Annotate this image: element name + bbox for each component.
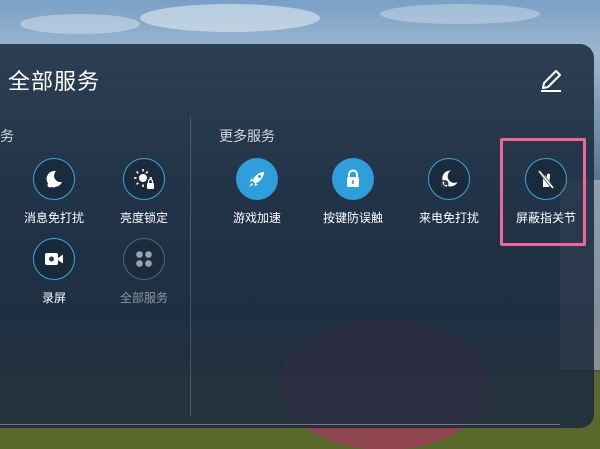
phone-moon-icon	[440, 170, 458, 188]
tile-label: 游戏加速	[232, 211, 281, 225]
tile-label: 来电免打扰	[418, 211, 479, 225]
tile-label: 亮度锁定	[119, 211, 168, 225]
moon-do-not-disturb-icon	[46, 170, 62, 188]
section-label-left: 务	[0, 129, 14, 145]
grid-all-services-icon	[136, 251, 152, 267]
pencil-edit-icon[interactable]	[537, 66, 565, 94]
tile-message-do-not-disturb[interactable]: 消息免打扰	[14, 158, 94, 226]
tile-label: 录屏	[41, 291, 66, 305]
tile-game-acceleration[interactable]: 游戏加速	[217, 158, 297, 226]
brightness-lock-icon	[134, 169, 154, 189]
panel-title: 全部服务	[8, 70, 101, 95]
lock-icon	[347, 169, 359, 187]
section-label-more-services: 更多服务	[219, 129, 275, 145]
screen-record-camera-icon	[45, 253, 63, 265]
tile-label: 全部服务	[119, 291, 168, 305]
tile-key-anti-mistouch[interactable]: 按键防误触	[313, 158, 393, 226]
tile-brightness-lock[interactable]: 亮度锁定	[104, 158, 184, 226]
rocket-icon	[249, 172, 264, 187]
tile-call-do-not-disturb[interactable]: 来电免打扰	[409, 158, 489, 226]
section-divider	[190, 116, 191, 416]
tile-all-services[interactable]: 全部服务	[104, 238, 184, 306]
tile-label: 按键防误触	[322, 211, 383, 225]
tile-label: 消息免打扰	[23, 211, 84, 225]
tile-screen-record[interactable]: 录屏	[14, 238, 94, 306]
panel-bottom-line	[0, 424, 560, 425]
highlight-box	[500, 138, 586, 246]
